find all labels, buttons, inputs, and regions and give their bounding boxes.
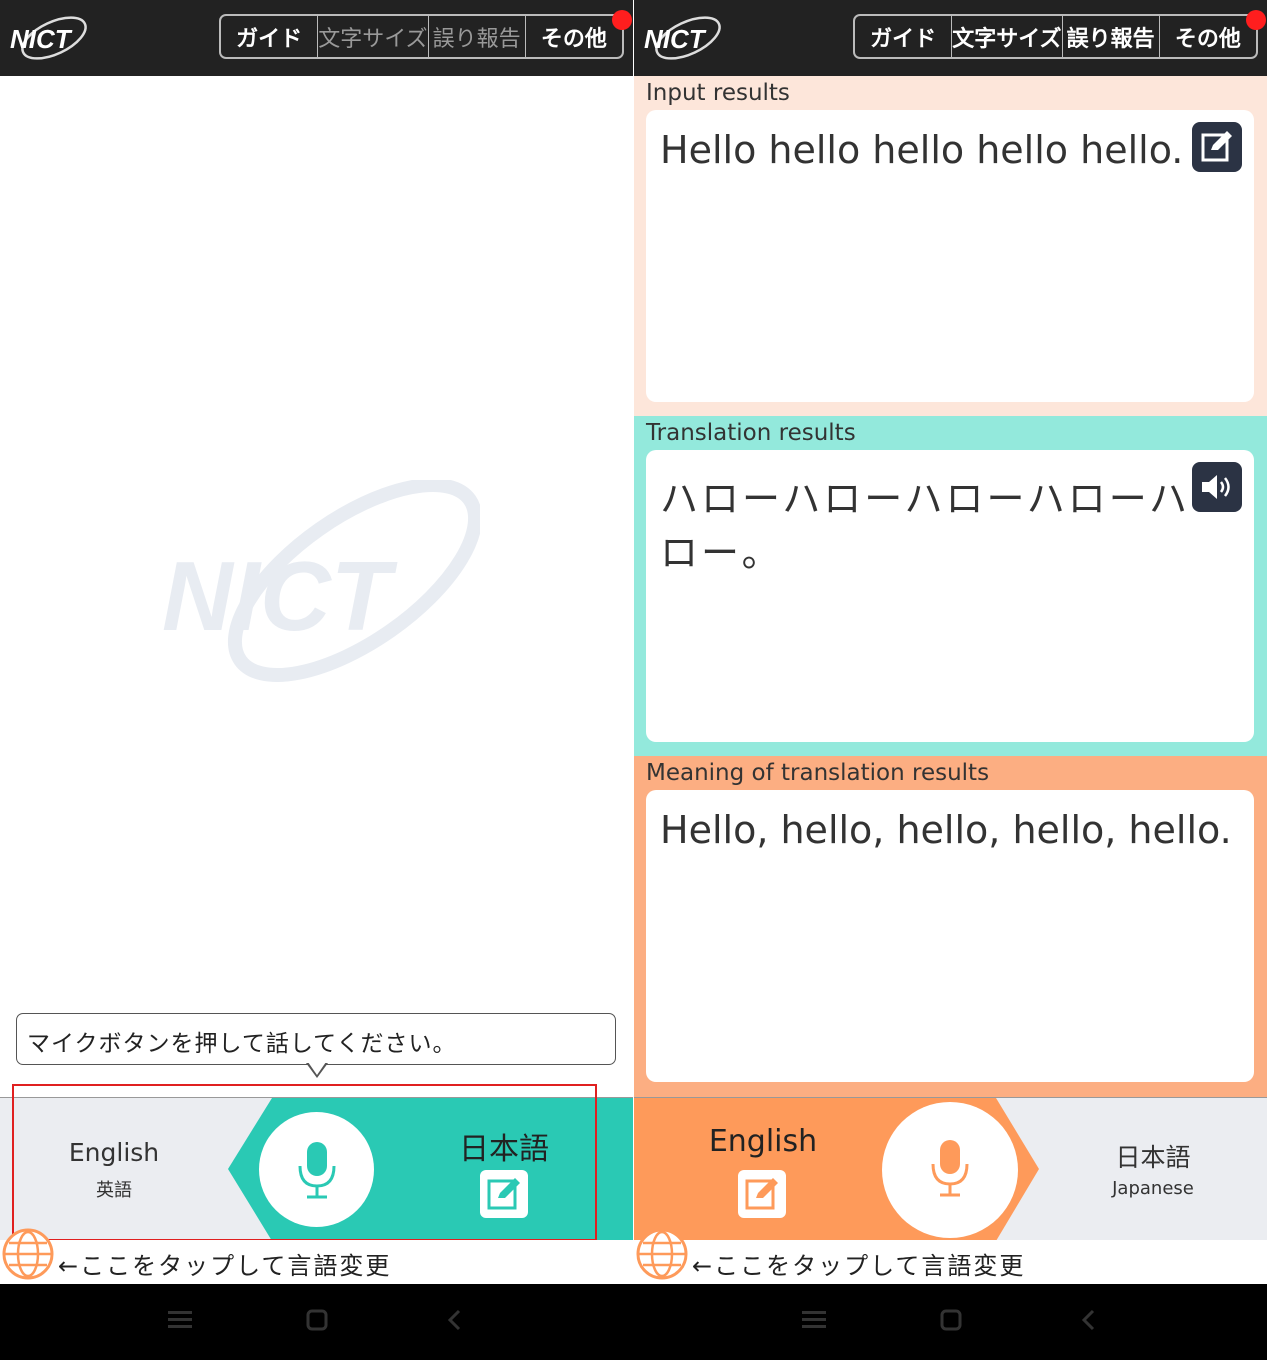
font-size-button[interactable]: 文字サイズ [318,16,429,57]
top-menu: ガイド 文字サイズ 誤り報告 その他 [853,10,1266,59]
home-icon[interactable] [306,1309,328,1331]
nict-watermark-logo: NICT [162,480,480,683]
top-bar: NICT ガイド 文字サイズ 誤り報告 その他 [0,0,633,76]
meaning-text: Hello, hello, hello, hello, hello. [660,808,1232,852]
other-label: その他 [540,26,607,52]
mic-icon [931,1140,969,1197]
guide-button[interactable]: ガイド [855,16,953,57]
edit-icon [1201,131,1232,162]
language-change-bar[interactable]: ←ここをタップして言語変更 [634,1240,1267,1284]
meaning-results-card: Hello, hello, hello, hello, hello. [646,790,1254,1082]
translation-text-line2: ロー。 [660,531,783,575]
meaning-results-label: Meaning of translation results [646,760,990,786]
edit-input-button[interactable] [1192,122,1242,172]
home-icon[interactable] [940,1309,962,1331]
input-text: Hello hello hello hello hello. [660,128,1184,172]
svg-text:NICT: NICT [644,24,707,54]
notification-dot [612,10,632,30]
menu-icon[interactable] [168,1310,192,1330]
left-screen: NICT ガイド 文字サイズ 誤り報告 その他 NICT マイクボタンを押して話… [0,0,633,1284]
top-menu: ガイド 文字サイズ 誤り報告 その他 [219,10,632,59]
back-icon[interactable] [446,1309,462,1331]
edit-icon [745,1178,778,1210]
translation-text-line1: ハローハローハローハローハ [660,477,1190,521]
translation-results-label: Translation results [646,420,856,446]
svg-text:NICT: NICT [10,24,73,54]
target-lang-label[interactable]: 日本語 [1084,1138,1222,1174]
menu-icon[interactable] [802,1310,826,1330]
input-results-section: Input results Hello hello hello hello he… [634,76,1267,416]
other-label: その他 [1174,26,1241,52]
translation-results-card: ハローハローハローハローハ ロー。 [646,450,1254,742]
input-results-label: Input results [646,80,790,106]
back-icon[interactable] [1080,1309,1096,1331]
language-change-bar[interactable]: ←ここをタップして言語変更 [0,1240,633,1284]
nict-logo: NICT [10,16,87,60]
notification-dot [1246,10,1266,30]
report-button[interactable]: 誤り報告 [429,16,526,57]
language-bar: English 日本語 Japanese [634,1097,1267,1241]
target-lang-sub: Japanese [1112,1178,1194,1199]
globe-icon[interactable] [2,1228,54,1280]
globe-icon[interactable] [636,1228,688,1280]
mic-button[interactable] [882,1102,1018,1238]
speak-prompt-tooltip: マイクボタンを押して話してください。 [16,1013,616,1065]
translation-results-section: Translation results ハローハローハローハローハ ロー。 [634,416,1267,756]
other-button[interactable]: その他 [1160,10,1266,57]
source-lang-label[interactable]: English [698,1124,828,1159]
language-change-hint: ←ここをタップして言語変更 [58,1252,392,1280]
system-nav-bar [0,1284,1267,1360]
play-audio-button[interactable] [1192,462,1242,512]
top-bar: NICT ガイド 文字サイズ 誤り報告 その他 [634,0,1267,76]
svg-text:NICT: NICT [162,541,398,651]
screen-divider [633,0,634,1284]
speaker-icon [1202,475,1230,499]
text-input-button[interactable] [738,1170,786,1218]
input-results-card: Hello hello hello hello hello. [646,110,1254,402]
guide-button[interactable]: ガイド [221,16,319,57]
right-screen: NICT ガイド 文字サイズ 誤り報告 その他 Input results He… [634,0,1267,1284]
font-size-button[interactable]: 文字サイズ [952,16,1063,57]
selection-highlight [12,1084,597,1241]
language-change-hint: ←ここをタップして言語変更 [692,1252,1026,1280]
report-button[interactable]: 誤り報告 [1063,16,1160,57]
other-button[interactable]: その他 [526,10,632,57]
nict-logo: NICT [644,16,721,60]
meaning-results-section: Meaning of translation results Hello, he… [634,756,1267,1097]
